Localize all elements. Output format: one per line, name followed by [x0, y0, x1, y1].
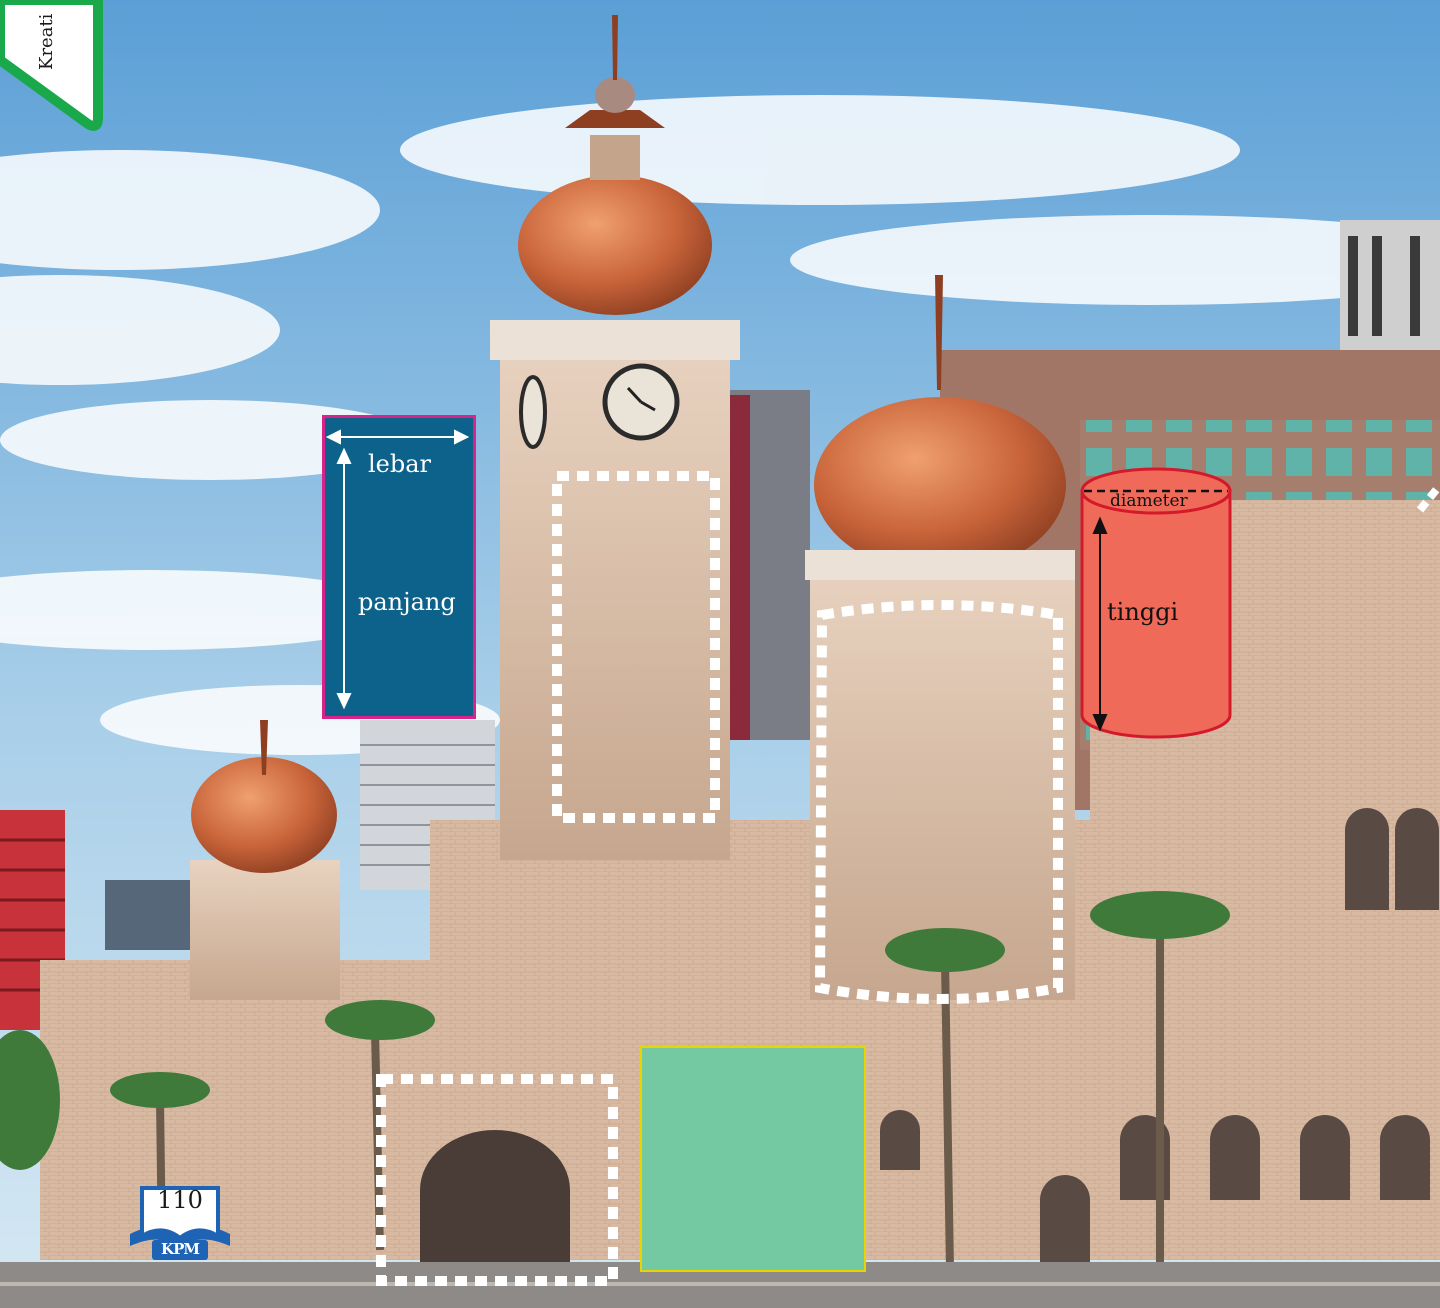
tower-cylinder-outline	[814, 600, 1063, 1004]
tower-shaft-outline	[552, 471, 720, 823]
length-label: panjang	[358, 588, 456, 616]
porch-outline	[376, 1074, 618, 1286]
square-shape	[640, 1046, 866, 1272]
roof-edge-outline	[1416, 482, 1440, 513]
diameter-label: diameter	[1110, 491, 1188, 511]
height-label: tinggi	[1107, 598, 1179, 626]
width-label: lebar	[368, 450, 432, 478]
side-tab-label: Kreati	[36, 13, 57, 70]
publisher-label: KPM	[161, 1240, 200, 1258]
page-number: 110	[157, 1186, 203, 1214]
